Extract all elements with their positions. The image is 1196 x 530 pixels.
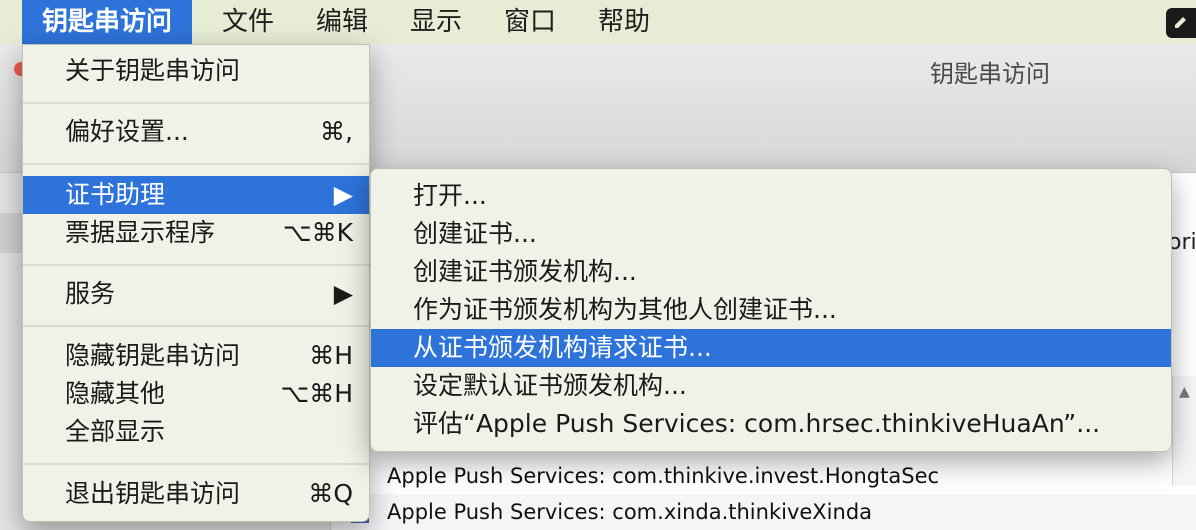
submenu-item-set-default-ca[interactable]: 设定默认证书颁发机构...	[371, 367, 1171, 405]
menu-item-label: 服务	[65, 279, 116, 308]
menu-item-label: 全部显示	[65, 417, 166, 446]
certificate-assistant-submenu: 打开... 创建证书... 创建证书颁发机构... 作为证书颁发机构为其他人创建…	[370, 168, 1172, 452]
menu-bar: 钥匙串访问 文件 编辑 显示 窗口 帮助	[0, 0, 1196, 45]
menu-item-about[interactable]: 关于钥匙串访问	[23, 52, 369, 90]
menu-item-preferences[interactable]: 偏好设置... ⌘,	[23, 113, 369, 151]
menubar-view[interactable]: 显示	[390, 0, 482, 44]
submenu-item-label: 创建证书...	[413, 219, 537, 248]
column-header-partial: ori	[1168, 230, 1196, 255]
app-dropdown-menu: 关于钥匙串访问 偏好设置... ⌘, 证书助理 ▶ 票据显示程序 ⌥⌘K 服务 …	[22, 44, 370, 522]
menu-item-hide-others[interactable]: 隐藏其他 ⌥⌘H	[23, 375, 369, 413]
pencil-status-icon[interactable]	[1166, 8, 1196, 38]
menu-item-label: 隐藏钥匙串访问	[65, 341, 241, 370]
menu-item-shortcut: ⌥⌘H	[280, 379, 353, 408]
window-title: 钥匙串访问	[930, 60, 1050, 88]
submenu-item-label: 创建证书颁发机构...	[413, 257, 637, 286]
menu-item-ticket-viewer[interactable]: 票据显示程序 ⌥⌘K	[23, 214, 369, 252]
certificate-name: Apple Push Services: com.thinkive.invest…	[387, 464, 940, 488]
menu-item-quit[interactable]: 退出钥匙串访问 ⌘Q	[23, 475, 369, 513]
menu-item-shortcut: ⌘Q	[308, 479, 353, 508]
certificate-name: Apple Push Services: com.xinda.thinkiveX…	[387, 500, 873, 524]
menu-separator	[23, 463, 369, 465]
menu-item-label: 票据显示程序	[65, 218, 216, 247]
submenu-arrow-icon: ▶	[333, 279, 353, 308]
menu-item-label: 偏好设置...	[65, 117, 189, 146]
menubar-file[interactable]: 文件	[202, 0, 294, 44]
menu-item-label: 关于钥匙串访问	[65, 56, 241, 85]
submenu-item-label: 评估“Apple Push Services: com.hrsec.thinki…	[413, 409, 1101, 438]
submenu-item-request-from-ca[interactable]: 从证书颁发机构请求证书...	[371, 329, 1171, 367]
submenu-item-label: 作为证书颁发机构为其他人创建证书...	[413, 295, 837, 324]
menu-separator	[23, 102, 369, 104]
menu-item-certificate-assistant[interactable]: 证书助理 ▶	[23, 176, 369, 214]
scroll-up-icon[interactable]: ▲	[1179, 384, 1190, 400]
menubar-app-menu[interactable]: 钥匙串访问	[22, 0, 193, 44]
menu-item-label: 隐藏其他	[65, 379, 166, 408]
submenu-item-open[interactable]: 打开...	[371, 177, 1171, 215]
submenu-item-create-ca[interactable]: 创建证书颁发机构...	[371, 253, 1171, 291]
menubar-window[interactable]: 窗口	[484, 0, 576, 44]
menu-item-shortcut: ⌥⌘K	[282, 218, 353, 247]
table-row[interactable]: Apple Push Services: com.xinda.thinkiveX…	[331, 494, 1196, 530]
menu-item-show-all[interactable]: 全部显示	[23, 413, 369, 451]
submenu-item-evaluate[interactable]: 评估“Apple Push Services: com.hrsec.thinki…	[371, 405, 1171, 443]
menu-item-shortcut: ⌘,	[320, 117, 353, 146]
menu-item-label: 退出钥匙串访问	[65, 479, 241, 508]
menu-item-services[interactable]: 服务 ▶	[23, 275, 369, 313]
submenu-item-label: 打开...	[413, 181, 487, 210]
menubar-help[interactable]: 帮助	[578, 0, 670, 44]
submenu-item-label: 设定默认证书颁发机构...	[413, 371, 687, 400]
submenu-item-create-certificate[interactable]: 创建证书...	[371, 215, 1171, 253]
menu-item-shortcut: ⌘H	[309, 341, 353, 370]
menu-separator	[23, 163, 369, 165]
submenu-arrow-icon: ▶	[333, 180, 353, 209]
menu-item-hide-app[interactable]: 隐藏钥匙串访问 ⌘H	[23, 337, 369, 375]
menu-separator	[23, 325, 369, 327]
table-row[interactable]: Apple Push Services: com.thinkive.invest…	[331, 458, 1196, 494]
menu-separator	[23, 264, 369, 266]
menu-item-label: 证书助理	[65, 180, 166, 209]
submenu-item-create-cert-for-others[interactable]: 作为证书颁发机构为其他人创建证书...	[371, 291, 1171, 329]
menubar-edit[interactable]: 编辑	[296, 0, 388, 44]
submenu-item-label: 从证书颁发机构请求证书...	[413, 333, 712, 362]
